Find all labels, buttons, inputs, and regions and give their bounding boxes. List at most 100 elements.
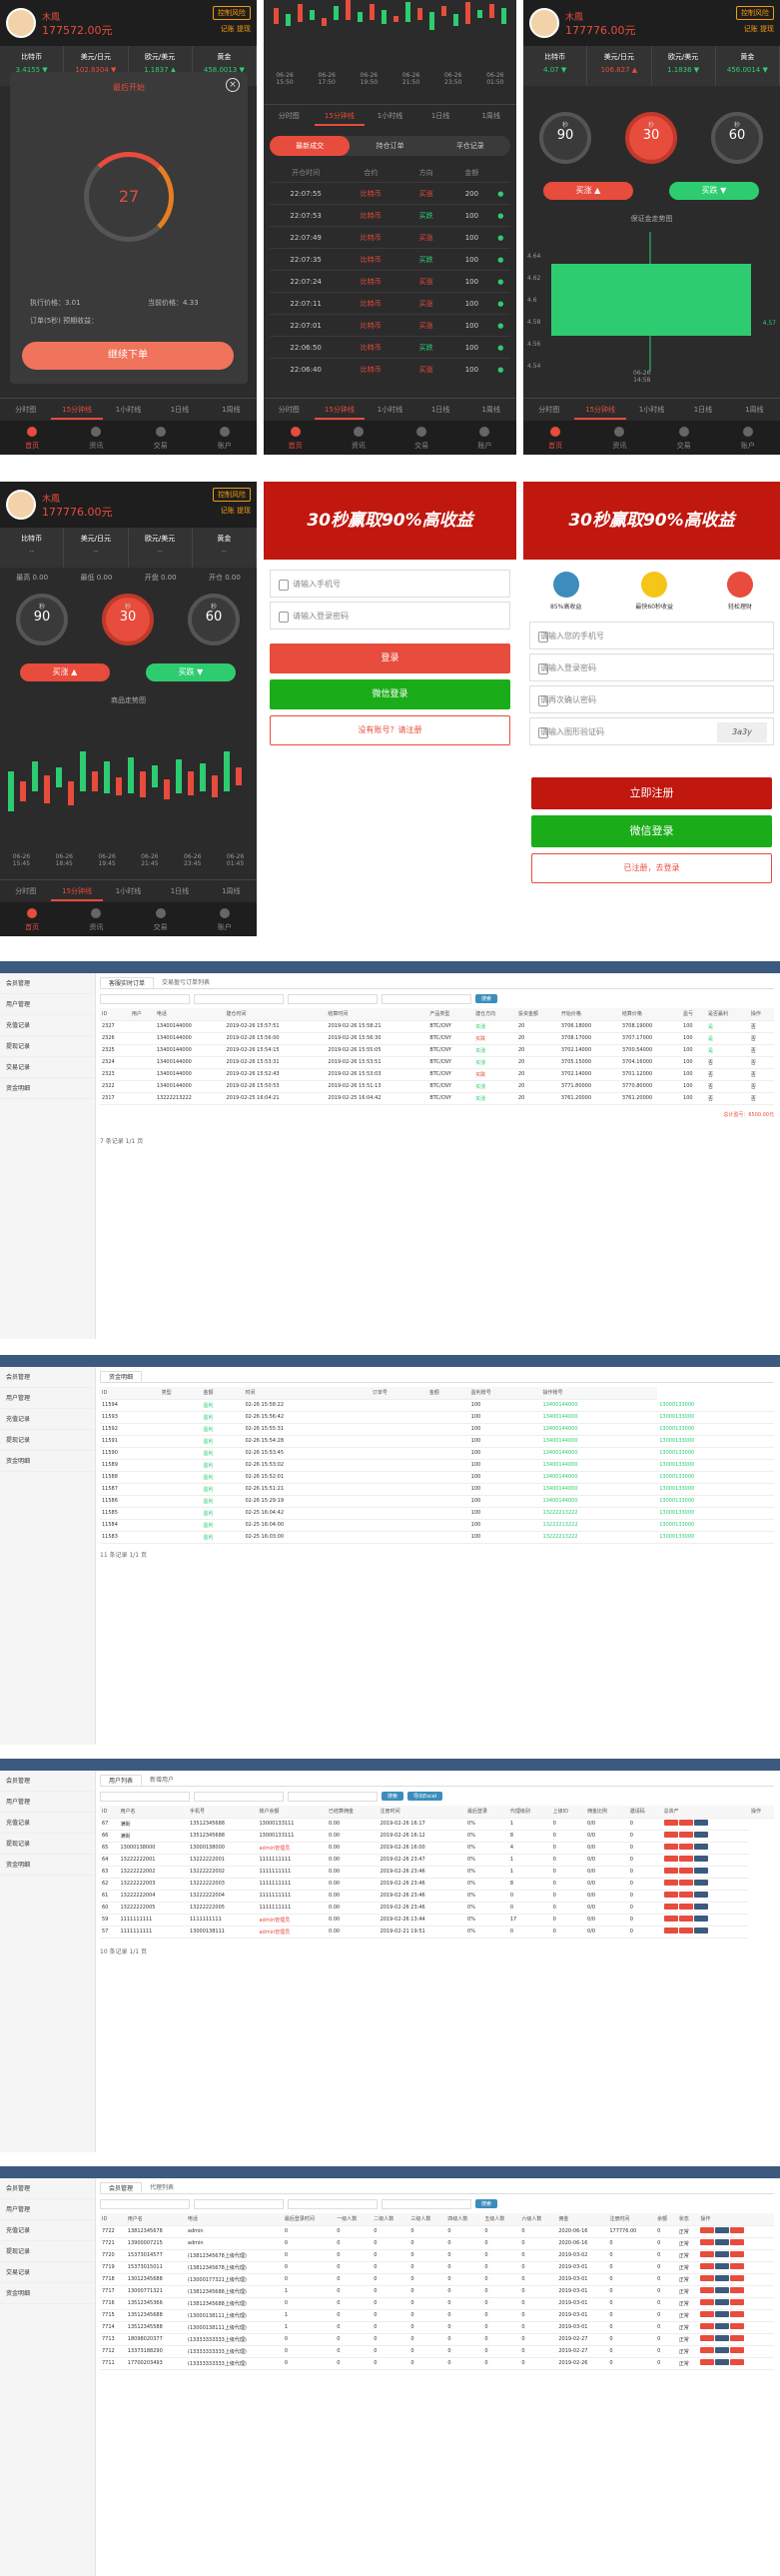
sidebar-item[interactable]: 用户管理 xyxy=(0,1792,95,1813)
nav-trade[interactable]: 交易 xyxy=(390,421,453,455)
action-button[interactable] xyxy=(693,1844,708,1850)
action-button[interactable] xyxy=(663,1832,678,1838)
tab-1h[interactable]: 1小时线 xyxy=(103,880,154,901)
tab-1d[interactable]: 1日线 xyxy=(154,399,205,420)
action-button[interactable] xyxy=(730,2227,745,2233)
nav-account[interactable]: 账户 xyxy=(193,421,257,455)
close-icon[interactable]: × xyxy=(226,78,240,92)
filter-input[interactable] xyxy=(288,993,378,1004)
action-button[interactable] xyxy=(678,1928,693,1933)
action-button[interactable] xyxy=(693,1892,708,1898)
action-button[interactable] xyxy=(730,2251,745,2257)
search-button[interactable]: 搜索 xyxy=(382,1792,404,1801)
action-button[interactable] xyxy=(730,2311,745,2317)
filter-input[interactable] xyxy=(194,993,284,1004)
buy-down-button[interactable]: 买跌 ▼ xyxy=(146,663,236,681)
action-button[interactable] xyxy=(663,1928,678,1933)
sidebar-item[interactable]: 交易记录 xyxy=(0,2262,95,2283)
register-link-button[interactable]: 没有账号？请注册 xyxy=(270,715,510,745)
action-button[interactable] xyxy=(730,2287,745,2293)
action-button[interactable] xyxy=(663,1856,678,1862)
quote-item[interactable]: 美元/日元 -- xyxy=(64,528,129,568)
action-button[interactable] xyxy=(663,1892,678,1898)
go-login-button[interactable]: 已注册，去登录 xyxy=(531,853,772,883)
duration-60-option[interactable]: 秒 60 xyxy=(711,112,763,164)
sidebar-item[interactable]: 用户管理 xyxy=(0,1388,95,1409)
action-button[interactable] xyxy=(678,1904,693,1910)
sidebar-item[interactable]: 资金明细 xyxy=(0,1451,95,1472)
tab-timeline[interactable]: 分时图 xyxy=(0,399,51,420)
wechat-login-button[interactable]: 微信登录 xyxy=(270,679,510,709)
account-links[interactable]: 记账 提现 xyxy=(221,506,251,516)
action-button[interactable] xyxy=(663,1844,678,1850)
nav-home[interactable]: 首页 xyxy=(0,421,64,455)
risk-badge[interactable]: 控制风险 xyxy=(213,488,251,502)
action-button[interactable] xyxy=(700,2287,715,2293)
sidebar-item[interactable]: 充值记录 xyxy=(0,2220,95,2241)
quote-item[interactable]: 欧元/美元 -- xyxy=(129,528,193,568)
filter-input[interactable] xyxy=(288,1791,378,1802)
tab-1d[interactable]: 1日线 xyxy=(415,105,466,126)
sidebar-item[interactable]: 充值记录 xyxy=(0,1409,95,1430)
quote-item[interactable]: 比特币 -- xyxy=(0,528,65,568)
action-button[interactable] xyxy=(678,1856,693,1862)
tab-15min[interactable]: 15分钟线 xyxy=(51,880,103,901)
avatar[interactable] xyxy=(6,8,36,38)
sidebar-item[interactable]: 提现记录 xyxy=(0,1036,95,1057)
quote-item[interactable]: 比特币 4.07 ▼ xyxy=(523,46,588,86)
action-button[interactable] xyxy=(730,2347,745,2353)
risk-badge[interactable]: 控制风险 xyxy=(213,6,251,20)
action-button[interactable] xyxy=(730,2275,745,2281)
action-button[interactable] xyxy=(700,2239,715,2245)
tab-1d[interactable]: 1日线 xyxy=(154,880,205,901)
action-button[interactable] xyxy=(700,2263,715,2269)
sidebar-item[interactable]: 用户管理 xyxy=(0,2199,95,2220)
nav-trade[interactable]: 交易 xyxy=(129,902,193,936)
action-button[interactable] xyxy=(700,2227,715,2233)
action-button[interactable] xyxy=(693,1832,708,1838)
tab-1h[interactable]: 1小时线 xyxy=(103,399,154,420)
tab-1h[interactable]: 1小时线 xyxy=(626,399,677,420)
export-button[interactable]: 导出Excel xyxy=(407,1792,443,1801)
action-button[interactable] xyxy=(715,2227,730,2233)
action-button[interactable] xyxy=(693,1856,708,1862)
password-input[interactable]: 请输入登录密码 xyxy=(270,602,510,630)
sidebar-item[interactable]: 会员管理 xyxy=(0,1771,95,1792)
sidebar-item[interactable]: 会员管理 xyxy=(0,2178,95,2199)
action-button[interactable] xyxy=(730,2299,745,2305)
tab-live-orders[interactable]: 客服实时订单 xyxy=(100,977,155,988)
phone-input[interactable]: 请输入手机号 xyxy=(270,570,510,598)
tab-timeline[interactable]: 分时图 xyxy=(0,880,51,901)
action-button[interactable] xyxy=(700,2323,715,2329)
action-button[interactable] xyxy=(700,2311,715,2317)
nav-news[interactable]: 资讯 xyxy=(587,421,651,455)
action-button[interactable] xyxy=(715,2311,730,2317)
tab-pnl-orders[interactable]: 交易盈亏订单列表 xyxy=(154,977,218,988)
tab-15min[interactable]: 15分钟线 xyxy=(314,105,366,126)
action-button[interactable] xyxy=(700,2359,715,2365)
action-button[interactable] xyxy=(693,1904,708,1910)
nav-trade[interactable]: 交易 xyxy=(652,421,716,455)
nav-account[interactable]: 账户 xyxy=(716,421,780,455)
action-button[interactable] xyxy=(715,2347,730,2353)
tab-1w[interactable]: 1周线 xyxy=(729,399,780,420)
nav-home[interactable]: 首页 xyxy=(264,421,327,455)
tab-1h[interactable]: 1小时线 xyxy=(365,399,415,420)
search-button[interactable]: 搜索 xyxy=(475,994,498,1003)
tab-1w[interactable]: 1周线 xyxy=(465,399,516,420)
action-button[interactable] xyxy=(693,1928,708,1933)
buy-up-button[interactable]: 买涨 ▲ xyxy=(543,182,633,200)
search-button[interactable]: 搜索 xyxy=(475,2199,498,2208)
filter-input[interactable] xyxy=(382,993,471,1004)
sidebar-item[interactable]: 会员管理 xyxy=(0,973,95,994)
tab-timeline[interactable]: 分时图 xyxy=(264,399,315,420)
wechat-login-button[interactable]: 微信登录 xyxy=(531,815,772,847)
action-button[interactable] xyxy=(700,2251,715,2257)
filter-input[interactable] xyxy=(288,2198,378,2209)
tab-members[interactable]: 会员管理 xyxy=(100,2182,143,2193)
captcha-image[interactable]: 3a3y xyxy=(717,722,767,742)
duration-30-option[interactable]: 秒 30 xyxy=(625,112,677,164)
filter-input[interactable] xyxy=(100,2198,190,2209)
duration-90-option[interactable]: 秒 90 xyxy=(539,112,591,164)
quote-item[interactable]: 黄金 456.0014 ▼ xyxy=(716,46,780,86)
